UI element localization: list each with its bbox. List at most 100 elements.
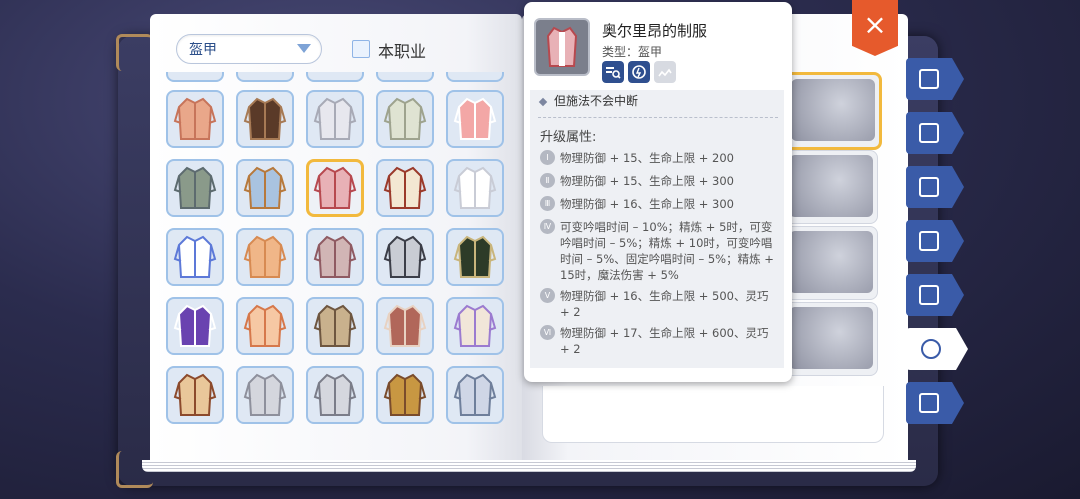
armor-slot[interactable] (446, 159, 504, 217)
armor-icon (173, 373, 217, 416)
upgrade-level-text: 物理防御 + 16、生命上限 + 300 (560, 197, 734, 211)
roman-numeral-badge: Ⅳ (540, 219, 555, 234)
armor-slot[interactable] (446, 90, 504, 148)
throne-icon (919, 231, 939, 251)
armor-slot[interactable] (306, 297, 364, 355)
armor-slot[interactable] (166, 297, 224, 355)
upgrade-level-6: Ⅵ 物理防御 + 17、生命上限 + 600、灵巧 + 2 (540, 325, 780, 357)
armor-icon (453, 235, 497, 278)
badge-swirl-icon (921, 339, 941, 359)
armor-slot[interactable] (236, 90, 294, 148)
armor-icon (313, 97, 357, 140)
armor-slot[interactable] (376, 159, 434, 217)
upgrade-level-text: 物理防御 + 17、生命上限 + 600、灵巧 + 2 (560, 326, 769, 356)
armor-icon (313, 304, 357, 347)
item-tooltip: 奥尔里昂的制服 类型：盔甲 但施法不会中断 升级属性: Ⅰ 物理防御 + 15、生… (524, 2, 792, 382)
upgrade-level-2: Ⅱ 物理防御 + 15、生命上限 + 300 (540, 173, 780, 189)
skill-icon[interactable] (628, 61, 650, 83)
armor-icon (383, 166, 427, 209)
card-icon (919, 123, 939, 143)
armor-icon (383, 373, 427, 416)
armor-icon (243, 97, 287, 140)
armor-slot[interactable] (306, 366, 364, 424)
armor-slot-partial[interactable] (166, 72, 224, 82)
own-class-checkbox[interactable] (352, 40, 370, 58)
armor-slot[interactable] (236, 366, 294, 424)
armor-icon (243, 304, 287, 347)
item-note-text: 但施法不会中断 (554, 94, 639, 108)
armor-icon (173, 97, 217, 140)
armor-icon (313, 373, 357, 416)
armor-icon (453, 304, 497, 347)
book-icon (919, 69, 939, 89)
armor-slot[interactable] (166, 228, 224, 286)
armor-icon (313, 235, 357, 278)
armor-slot[interactable] (166, 366, 224, 424)
armor-slot-partial[interactable] (376, 72, 434, 82)
page-edges (142, 460, 916, 472)
armor-slot[interactable] (376, 297, 434, 355)
armor-icon (383, 304, 427, 347)
upgrade-level-4: Ⅳ 可变吟唱时间 – 10%；精炼 + 5时，可变吟唱时间 – 5%；精炼 + 1… (540, 219, 780, 283)
armor-slot-partial[interactable] (306, 72, 364, 82)
armor-icon (383, 97, 427, 140)
category-dropdown-label: 盔甲 (189, 42, 217, 58)
roman-numeral-badge: Ⅱ (540, 173, 555, 188)
armor-slot[interactable] (236, 297, 294, 355)
close-button[interactable]: × (852, 0, 898, 56)
armor-icon (243, 166, 287, 209)
upgrade-level-text: 可变吟唱时间 – 10%；精炼 + 5时，可变吟唱时间 – 5%；精炼 + 10… (560, 220, 774, 282)
card-picture (791, 79, 875, 141)
armor-slot[interactable] (446, 228, 504, 286)
armor-slot[interactable] (166, 90, 224, 148)
frame-corner-ornament (116, 34, 153, 71)
armor-slot[interactable] (236, 159, 294, 217)
armor-slot[interactable] (166, 159, 224, 217)
detail-search-icon[interactable] (602, 61, 624, 83)
tab-book[interactable] (906, 58, 964, 100)
upgrade-level-text: 物理防御 + 16、生命上限 + 500、灵巧 + 2 (560, 289, 769, 319)
armor-slot[interactable] (376, 90, 434, 148)
armor-slot[interactable] (306, 228, 364, 286)
armor-slot-partial[interactable] (236, 72, 294, 82)
armor-icon (453, 166, 497, 209)
card-picture (789, 231, 873, 293)
close-icon: × (863, 8, 887, 41)
tab-headwear[interactable] (906, 166, 964, 208)
tab-throne[interactable] (906, 220, 964, 262)
armor-slot-selected[interactable] (306, 159, 364, 217)
diamond-bullet-icon (538, 97, 548, 106)
tab-medal[interactable] (906, 382, 964, 424)
divider (538, 117, 778, 118)
upgrade-level-1: Ⅰ 物理防御 + 15、生命上限 + 200 (540, 150, 780, 166)
armor-slot[interactable] (446, 297, 504, 355)
tab-mount[interactable] (906, 274, 964, 316)
armor-icon (173, 166, 217, 209)
armor-slot[interactable] (306, 90, 364, 148)
item-thumbnail (534, 18, 590, 76)
roman-numeral-badge: Ⅴ (540, 288, 555, 303)
armor-slot[interactable] (446, 366, 504, 424)
armor-slot-partial[interactable] (446, 72, 504, 82)
category-dropdown[interactable]: 盔甲 (176, 34, 322, 64)
upgrade-level-3: Ⅲ 物理防御 + 16、生命上限 + 300 (540, 196, 780, 212)
upgrade-header: 升级属性: (540, 130, 597, 145)
card-picture (789, 307, 873, 369)
item-type: 类型：盔甲 (602, 45, 663, 59)
upgrade-level-text: 物理防御 + 15、生命上限 + 300 (560, 174, 734, 188)
own-class-label[interactable]: 本职业 (378, 38, 426, 62)
armor-icon (173, 304, 217, 347)
bottom-panel (542, 386, 884, 443)
armor-slot[interactable] (376, 366, 434, 424)
armor-icon (173, 235, 217, 278)
appearance-icon[interactable] (654, 61, 676, 83)
roman-numeral-badge: Ⅵ (540, 325, 555, 340)
armor-slot[interactable] (236, 228, 294, 286)
card-picture (789, 155, 873, 217)
armor-icon (383, 235, 427, 278)
tab-card[interactable] (906, 112, 964, 154)
armor-icon (453, 373, 497, 416)
rocking-horse-icon (919, 285, 939, 305)
armor-slot[interactable] (376, 228, 434, 286)
tab-achievement[interactable] (906, 328, 968, 370)
